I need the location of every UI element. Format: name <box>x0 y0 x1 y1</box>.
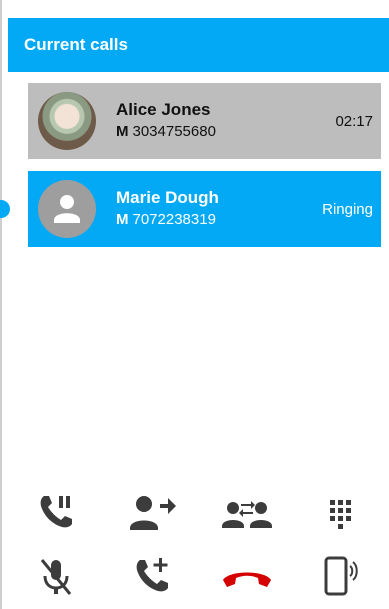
mute-button[interactable] <box>28 552 84 600</box>
selected-call-indicator <box>0 200 10 218</box>
call-name: Marie Dough <box>116 188 219 207</box>
call-name: Alice Jones <box>116 100 211 119</box>
hang-up-button[interactable] <box>219 552 275 600</box>
call-info: Alice Jones M 3034755680 <box>116 100 335 142</box>
add-call-button[interactable] <box>124 552 180 600</box>
call-duration: 02:17 <box>335 112 373 130</box>
contact-photo-avatar <box>38 92 96 150</box>
phone-speaker-icon <box>324 556 358 596</box>
swap-calls-button[interactable] <box>219 488 275 536</box>
call-number: 3034755680 <box>132 123 216 140</box>
controls-row-2 <box>0 552 389 608</box>
current-calls-header: Current calls <box>8 18 389 72</box>
call-number: 7072238319 <box>132 211 216 228</box>
call-info: Marie Dough M 7072238319 <box>116 188 322 230</box>
default-avatar-icon <box>38 180 96 238</box>
header-title: Current calls <box>24 35 128 54</box>
hang-up-icon <box>223 572 271 587</box>
call-item-marie-dough[interactable]: Marie Dough M 7072238319 Ringing <box>28 171 381 247</box>
transfer-call-button[interactable] <box>124 488 180 536</box>
call-item-alice-jones[interactable]: Alice Jones M 3034755680 02:17 <box>28 83 381 159</box>
call-number-line: M 7072238319 <box>116 210 322 230</box>
hold-call-button[interactable] <box>28 488 84 536</box>
number-type: M <box>116 211 129 228</box>
transfer-call-icon <box>130 496 176 530</box>
call-status: Ringing <box>322 200 373 218</box>
speaker-button[interactable] <box>312 552 368 600</box>
controls-row-1 <box>0 488 389 544</box>
call-number-line: M 3034755680 <box>116 122 335 142</box>
dialpad-button[interactable] <box>312 488 368 536</box>
hold-call-icon <box>40 496 72 528</box>
swap-calls-icon <box>222 501 272 528</box>
number-type: M <box>116 123 129 140</box>
dialpad-icon <box>330 500 351 529</box>
add-call-icon <box>136 558 168 592</box>
mute-microphone-icon <box>40 559 72 595</box>
